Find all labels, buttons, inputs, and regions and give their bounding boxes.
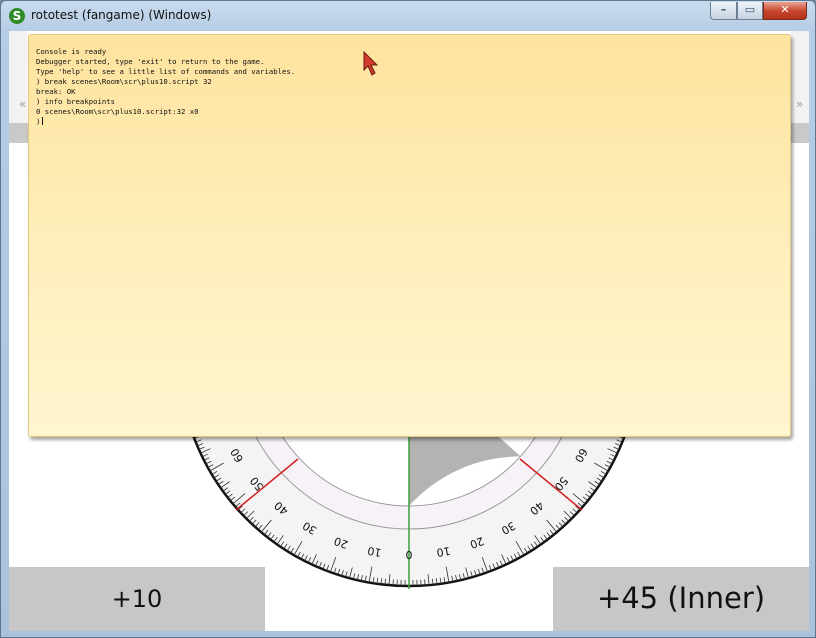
console-output: Console is ready Debugger started, type '… xyxy=(36,47,295,127)
minimize-button[interactable]: – xyxy=(710,2,737,20)
scale-label: 10 xyxy=(435,544,451,559)
window-controls: – ▭ ✕ xyxy=(710,2,807,20)
console-line: break: OK xyxy=(36,87,76,96)
console-line: ) info breakpoints xyxy=(36,97,116,106)
app-window: S rototest (fangame) (Windows) – ▭ ✕ « » xyxy=(0,0,816,638)
maximize-button[interactable]: ▭ xyxy=(737,2,763,20)
app-logo-icon: S xyxy=(9,8,25,24)
console-line: Debugger started, type 'exit' to return … xyxy=(36,57,265,66)
scale-label: 10 xyxy=(367,544,383,559)
text-caret xyxy=(42,117,44,125)
debug-console[interactable]: Console is ready Debugger started, type '… xyxy=(28,34,791,437)
console-line: Console is ready xyxy=(36,47,107,56)
prompt-symbol: ) xyxy=(36,117,41,126)
plus10-button[interactable]: +10 xyxy=(9,567,265,631)
title-bar[interactable]: S rototest (fangame) (Windows) – ▭ ✕ xyxy=(1,1,815,31)
console-line: 0 scenes\Room\scr\plus10.script:32 x0 xyxy=(36,107,199,116)
window-title: rototest (fangame) (Windows) xyxy=(31,8,212,22)
console-line: Type 'help' to see a little list of comm… xyxy=(36,67,296,76)
close-button[interactable]: ✕ xyxy=(763,2,807,20)
console-line: ) break scenes\Room\scr\plus10.script 32 xyxy=(36,77,212,86)
scale-label: 0 xyxy=(406,548,413,561)
mouse-pointer-icon xyxy=(363,51,379,76)
plus45-inner-button[interactable]: +45 (Inner) xyxy=(553,567,809,631)
console-prompt[interactable]: ) xyxy=(36,117,295,127)
